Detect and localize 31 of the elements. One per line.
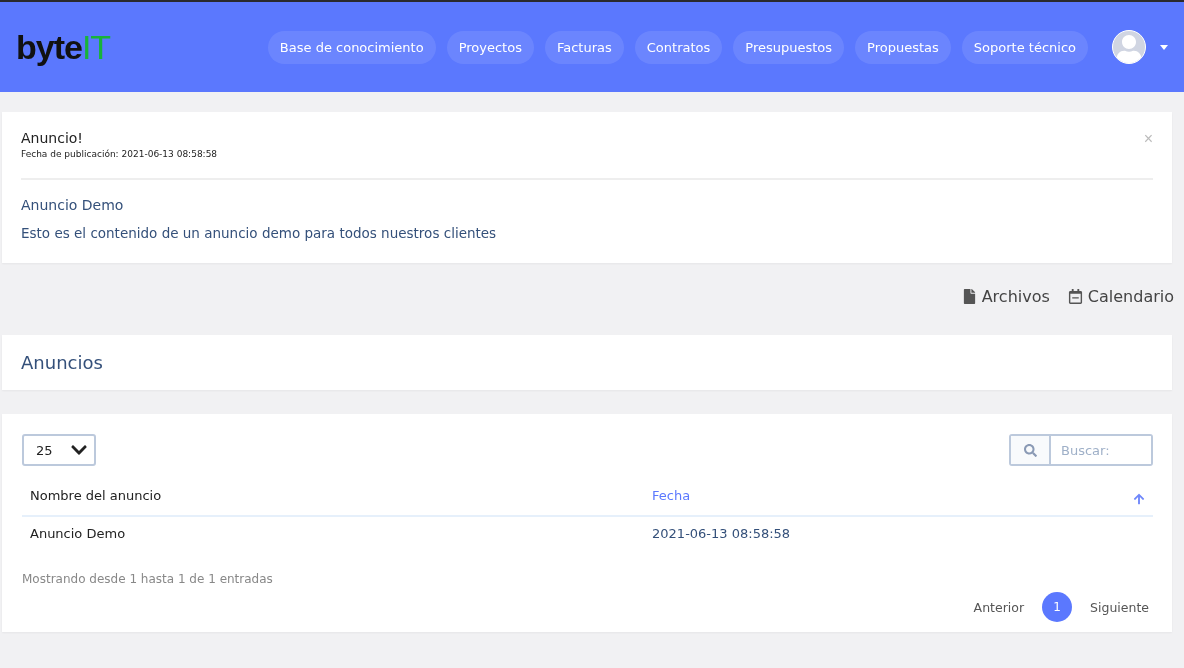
previous-link[interactable]: Anterior: [969, 595, 1029, 619]
nav-link[interactable]: Propuestas: [855, 30, 951, 64]
section-title: Anuncios: [20, 351, 104, 375]
avatar-icon[interactable]: [1112, 30, 1146, 64]
column-header[interactable]: Fecha: [644, 476, 1153, 516]
nav-link[interactable]: Presupuestos: [733, 30, 845, 64]
next-link[interactable]: Siguiente: [1086, 595, 1153, 619]
search-icon: [1011, 436, 1051, 464]
page-number[interactable]: 1: [1042, 592, 1073, 622]
search-field[interactable]: Buscar:: [1009, 434, 1153, 466]
nav-link[interactable]: Facturas: [544, 30, 624, 64]
announcement-text: Esto es el contenido de un anuncio demo para todos nuestros clientes: [20, 224, 498, 243]
table-cell: Anuncio Demo: [22, 516, 645, 550]
announcement-heading: Anuncio Demo: [20, 197, 125, 213]
calendar-icon: [1067, 289, 1083, 304]
entries-info: Mostrando desde 1 hasta 1 de 1 entradas: [22, 572, 274, 586]
nav-link[interactable]: Proyectos: [446, 30, 534, 64]
table-cell: 2021-06-13 08:58:58: [644, 516, 1153, 550]
nav-link[interactable]: Soporte técnico: [961, 30, 1088, 64]
link[interactable]: Calendario: [1087, 287, 1174, 306]
publish-date: Fecha de publicación: 2021-06-13 08:58:58: [21, 149, 218, 159]
announcement-title: Anuncio!: [21, 130, 84, 146]
page-size-select[interactable]: 25: [22, 434, 96, 466]
logo[interactable]: byteIT: [16, 27, 111, 67]
file-icon: [961, 289, 977, 304]
column-header[interactable]: Nombre del anuncio: [22, 476, 645, 516]
nav-link[interactable]: Contratos: [634, 30, 723, 64]
link[interactable]: Archivos: [981, 287, 1050, 306]
caret-icon[interactable]: [1160, 44, 1168, 50]
sort-arrow-icon: [1133, 493, 1145, 505]
nav-link[interactable]: Base de conocimiento: [267, 30, 436, 64]
